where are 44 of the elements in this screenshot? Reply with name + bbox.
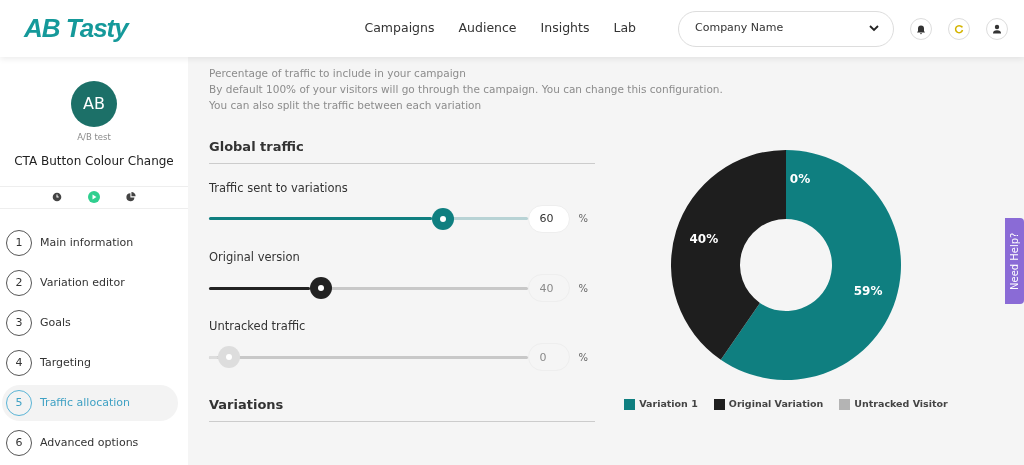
clock-icon[interactable]: [51, 191, 63, 204]
section-title: Variations: [209, 395, 595, 422]
refresh-icon: [953, 22, 965, 35]
data-label: 40%: [689, 232, 719, 247]
unit-label: %: [578, 281, 588, 296]
nav-link[interactable]: Audience: [458, 19, 517, 38]
slider-label: Traffic sent to variations: [209, 179, 349, 197]
legend-label: Untracked Visitor: [854, 397, 948, 411]
step-item[interactable]: 4 Targeting: [2, 345, 178, 381]
legend-swatch: [839, 398, 851, 410]
step-item[interactable]: 2 Variation editor: [2, 265, 178, 301]
legend-swatch: [624, 398, 636, 410]
user-button[interactable]: [986, 17, 1008, 40]
campaign-type: A/B test: [77, 131, 111, 144]
account-select[interactable]: Company Name: [678, 10, 894, 47]
pie-chart-icon[interactable]: [125, 191, 137, 204]
help-text: Percentage of traffic to include in your campaign: [209, 66, 466, 81]
slider-label: Untracked traffic: [209, 318, 307, 335]
help-text: By default 100% of your visitors will go through the campaign. You can change this configuration.: [209, 82, 723, 97]
campaign-name: CTA Button Colour Change: [14, 152, 174, 170]
unit-label: %: [578, 212, 588, 227]
avatar: AB: [71, 81, 117, 127]
unit-label: %: [578, 350, 588, 365]
step-item[interactable]: 6 Advanced options: [2, 425, 178, 461]
nav-link[interactable]: Campaigns: [364, 19, 435, 38]
help-tab[interactable]: Need Help?: [1005, 218, 1024, 304]
legend-label: Original Variation: [728, 397, 824, 411]
section-title: Global traffic: [209, 137, 595, 164]
slider-track[interactable]: [209, 217, 529, 221]
nav-link[interactable]: Insights: [540, 19, 590, 38]
step-item[interactable]: 3 Goals: [2, 305, 178, 341]
nav-link[interactable]: Lab: [613, 19, 636, 38]
user-icon: [991, 22, 1003, 35]
slider-label: Original version: [209, 248, 301, 266]
chevron-down-icon: [869, 25, 879, 32]
bell-button[interactable]: [910, 17, 932, 40]
data-label: 0%: [789, 172, 811, 186]
step-item[interactable]: 1 Main information: [2, 225, 178, 261]
legend-swatch: [713, 398, 725, 410]
legend-label: Variation 1: [639, 397, 698, 411]
help-text: You can also split the traffic between each variation: [209, 98, 482, 113]
data-label: 59%: [853, 283, 883, 298]
percent-input[interactable]: 60: [528, 204, 571, 233]
slider-thumb[interactable]: [432, 207, 455, 230]
